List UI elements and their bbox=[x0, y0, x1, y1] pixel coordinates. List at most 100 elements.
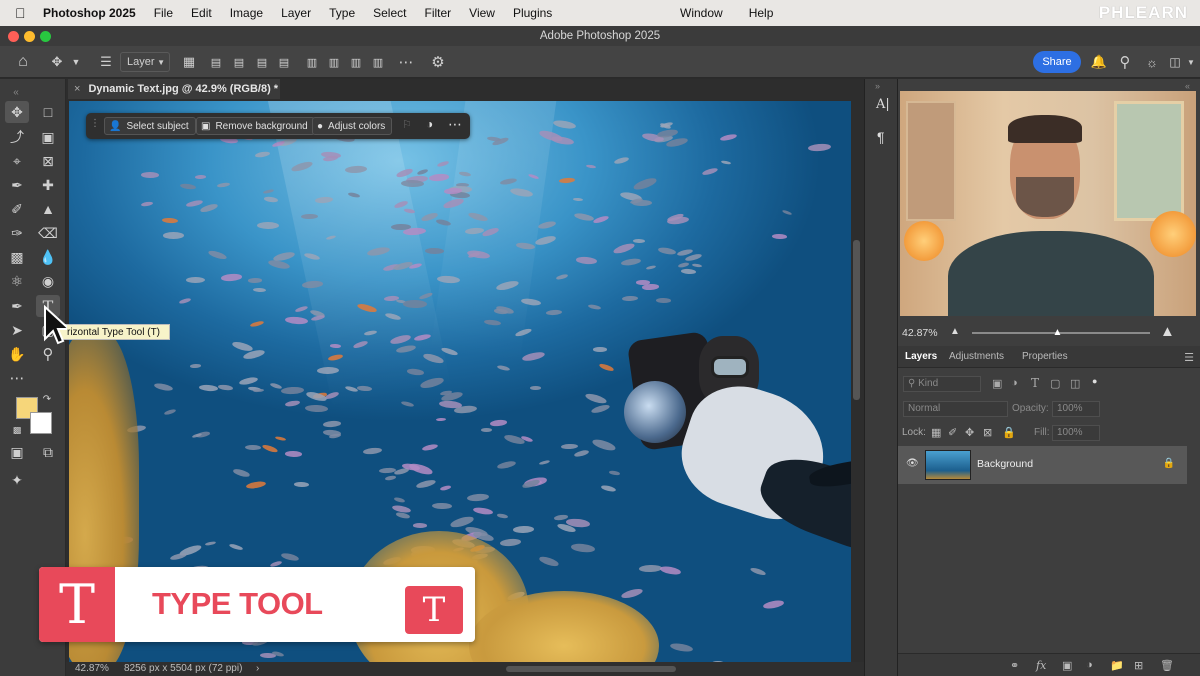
rectangle-marquee-icon[interactable]: □ bbox=[36, 101, 60, 123]
eyedropper-icon[interactable]: ✒ bbox=[5, 174, 29, 196]
healing-brush-icon[interactable]: ✚ bbox=[36, 174, 60, 196]
menu-layer[interactable]: Layer bbox=[281, 6, 311, 20]
align-right-icon[interactable]: ▤ bbox=[254, 52, 270, 72]
align-center-icon[interactable]: ▤ bbox=[231, 52, 247, 72]
align-middle-icon[interactable]: ▥ bbox=[326, 52, 342, 72]
menu-select[interactable]: Select bbox=[373, 6, 406, 20]
lock-all-icon[interactable]: 🔒 bbox=[1002, 426, 1016, 439]
edit-toolbar-icon[interactable]: ⋯ bbox=[5, 367, 29, 389]
home-icon[interactable]: ⌂ bbox=[12, 52, 34, 72]
transform-controls-icon[interactable]: ▦ bbox=[180, 52, 198, 72]
lock-transparent-icon[interactable]: ▦ bbox=[931, 426, 941, 439]
close-window-button[interactable] bbox=[8, 31, 19, 42]
adjust-colors-button[interactable]: ● Adjust colors bbox=[312, 117, 393, 135]
generative-icon[interactable]: ✦ bbox=[5, 469, 29, 491]
workspace-icon[interactable]: ◫ bbox=[1166, 52, 1184, 72]
drag-handle-icon[interactable]: ⋮ bbox=[90, 118, 100, 134]
object-selection-icon[interactable]: ▣ bbox=[36, 126, 60, 148]
chevron-down-icon[interactable]: ▼ bbox=[70, 52, 82, 72]
pen-icon[interactable]: ✒ bbox=[5, 295, 29, 317]
search-icon[interactable]: ⚲ bbox=[1116, 52, 1134, 72]
menu-help[interactable]: Help bbox=[749, 6, 774, 20]
layer-filter-kind[interactable]: ⚲ Kind bbox=[903, 376, 981, 392]
brush-icon[interactable]: ✐ bbox=[5, 198, 29, 220]
history-brush-icon[interactable]: ✑ bbox=[5, 222, 29, 244]
zoom-in-mountain-icon[interactable]: ▲ bbox=[1160, 323, 1175, 340]
tab-layers[interactable]: Layers bbox=[905, 351, 937, 362]
panel-menu-icon[interactable]: ☰ bbox=[1184, 351, 1194, 364]
close-document-icon[interactable]: × bbox=[74, 83, 80, 95]
gear-icon[interactable]: ⚙ bbox=[428, 52, 448, 72]
horizontal-scrollbar[interactable] bbox=[506, 666, 676, 672]
document-tab[interactable]: × Dynamic Text.jpg @ 42.9% (RGB/8) * bbox=[68, 79, 280, 99]
menu-filter[interactable]: Filter bbox=[424, 6, 451, 20]
lock-image-icon[interactable]: ✐ bbox=[948, 426, 957, 439]
quick-mask-icon[interactable]: ▣ bbox=[5, 441, 29, 463]
filter-pixel-icon[interactable]: ▣ bbox=[992, 377, 1002, 390]
link-layers-icon[interactable]: ⚭ bbox=[1010, 659, 1019, 672]
layer-name[interactable]: Background bbox=[977, 458, 1033, 470]
pin-icon[interactable]: ⚐ bbox=[402, 118, 416, 134]
gradient-icon[interactable]: ▩ bbox=[5, 246, 29, 268]
layers-stack-icon[interactable]: ☰ bbox=[96, 52, 116, 72]
new-group-icon[interactable]: 📁 bbox=[1110, 659, 1124, 672]
path-selection-icon[interactable]: ➤ bbox=[5, 319, 29, 341]
crop-icon[interactable]: ⌖ bbox=[5, 150, 29, 172]
adjustment-layer-icon[interactable]: ◑ bbox=[1086, 659, 1093, 671]
dodge-icon[interactable]: ⚛ bbox=[5, 270, 29, 292]
menu-app-name[interactable]: Photoshop 2025 bbox=[43, 6, 136, 20]
zoom-slider-thumb[interactable]: ▲ bbox=[1052, 327, 1062, 338]
layer-row-background[interactable]: 👁 Background 🔒 bbox=[898, 446, 1187, 484]
menu-type[interactable]: Type bbox=[329, 6, 355, 20]
fill-input[interactable]: 100% bbox=[1052, 425, 1100, 441]
minimize-window-button[interactable] bbox=[24, 31, 35, 42]
move-tool-icon[interactable]: ✥ bbox=[46, 52, 68, 72]
zoom-window-button[interactable] bbox=[40, 31, 51, 42]
opacity-input[interactable]: 100% bbox=[1052, 401, 1100, 417]
align-top-icon[interactable]: ▥ bbox=[304, 52, 320, 72]
blur-icon[interactable]: 💧 bbox=[36, 246, 60, 268]
blend-mode-dropdown[interactable]: Normal bbox=[903, 401, 1008, 417]
tab-adjustments[interactable]: Adjustments bbox=[949, 351, 1004, 362]
tab-properties[interactable]: Properties bbox=[1022, 351, 1068, 362]
clone-stamp-icon[interactable]: ▲ bbox=[36, 198, 60, 220]
zoom-out-mountain-icon[interactable]: ▲ bbox=[950, 326, 960, 337]
select-subject-button[interactable]: 👤 Select subject bbox=[104, 117, 196, 135]
discover-lightbulb-icon[interactable]: ☼ bbox=[1142, 52, 1162, 72]
screen-mode-icon[interactable]: ⧉ bbox=[36, 441, 60, 463]
more-options-icon[interactable]: ⋯ bbox=[448, 116, 466, 132]
filter-smart-object-icon[interactable]: ◫ bbox=[1070, 377, 1080, 390]
swap-colors-icon[interactable]: ↷ bbox=[40, 393, 54, 405]
expand-icon[interactable]: » bbox=[875, 81, 880, 91]
new-layer-icon[interactable]: ⊞ bbox=[1134, 659, 1143, 672]
character-panel-icon[interactable]: A| bbox=[876, 97, 890, 112]
menu-plugins[interactable]: Plugins bbox=[513, 6, 552, 20]
menu-file[interactable]: File bbox=[154, 6, 173, 20]
visibility-eye-icon[interactable]: 👁 bbox=[906, 458, 919, 469]
filter-toggle-icon[interactable]: ● bbox=[1092, 376, 1097, 386]
lock-position-icon[interactable]: ✥ bbox=[965, 426, 974, 439]
bell-icon[interactable]: 🔔 bbox=[1090, 52, 1108, 72]
collapse-icon[interactable]: « bbox=[4, 81, 28, 103]
paragraph-panel-icon[interactable]: ¶ bbox=[877, 129, 885, 145]
vertical-scrollbar[interactable] bbox=[853, 240, 860, 400]
move-tool-icon[interactable]: ✥ bbox=[5, 101, 29, 123]
add-mask-icon[interactable]: ▣ bbox=[1062, 659, 1072, 672]
status-zoom[interactable]: 42.87% bbox=[75, 662, 109, 676]
collapse-panel-icon[interactable]: « bbox=[1185, 81, 1190, 91]
trash-icon[interactable]: 🗑 bbox=[1160, 659, 1174, 672]
distribute-icon[interactable]: ▤ bbox=[276, 52, 292, 72]
lasso-icon[interactable]: ⤴ bbox=[5, 126, 29, 148]
filter-type-icon[interactable]: T bbox=[1031, 376, 1039, 390]
eraser-icon[interactable]: ⌫ bbox=[36, 222, 60, 244]
sponge-icon[interactable]: ◉ bbox=[36, 270, 60, 292]
mask-icon[interactable]: ◑ bbox=[426, 117, 440, 133]
status-more-arrow[interactable]: › bbox=[256, 662, 259, 676]
menu-window[interactable]: Window bbox=[680, 6, 723, 20]
fx-icon[interactable]: fx bbox=[1036, 659, 1046, 672]
default-colors-icon[interactable]: ▩ bbox=[10, 423, 24, 437]
frame-icon[interactable]: ⊠ bbox=[36, 150, 60, 172]
chevron-down-icon[interactable]: ▼ bbox=[1186, 52, 1196, 72]
more-options-icon[interactable]: ⋯ bbox=[396, 52, 416, 72]
auto-select-dropdown[interactable]: Layer ▼ bbox=[120, 52, 170, 72]
